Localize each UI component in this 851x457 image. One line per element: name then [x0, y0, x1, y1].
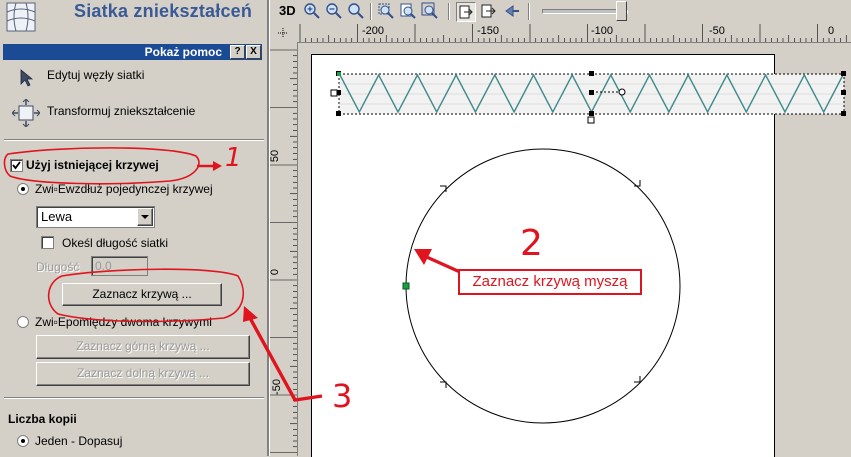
step-number-2: 2	[520, 223, 543, 264]
step-number-1: 1	[225, 143, 242, 173]
zigzag-mesh-object[interactable]	[330, 71, 846, 124]
step-number-3: 3	[332, 377, 353, 415]
callout-box: Zaznacz krzywą myszą	[458, 269, 642, 295]
canvas-objects	[330, 71, 846, 424]
